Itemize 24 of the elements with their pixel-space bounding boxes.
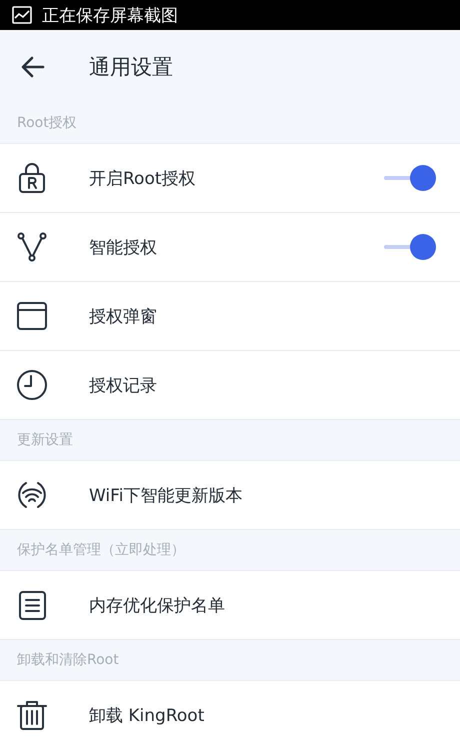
wifi-icon	[16, 479, 48, 511]
row-label: 内存优化保护名单	[89, 594, 226, 616]
row-label: 授权弹窗	[89, 306, 158, 328]
trash-icon	[16, 699, 48, 731]
row-label: 卸载 KingRoot	[89, 704, 206, 726]
toggle-switch[interactable]	[384, 165, 436, 191]
section-header: 保护名单管理（立即处理）	[0, 530, 460, 571]
list-icon	[16, 589, 48, 621]
toggle-switch[interactable]	[384, 234, 436, 260]
row-label: WiFi下智能更新版本	[89, 484, 244, 506]
image-icon	[12, 6, 32, 24]
page-title: 通用设置	[89, 54, 173, 80]
back-button[interactable]	[20, 54, 46, 80]
row-label: 智能授权	[89, 236, 158, 258]
status-text: 正在保存屏幕截图	[42, 4, 178, 26]
section-header: Root授权	[0, 103, 460, 144]
branch-icon	[16, 231, 48, 263]
row-label: 授权记录	[89, 374, 158, 396]
window-icon	[16, 300, 48, 332]
section-header: 卸载和清除Root	[0, 640, 460, 681]
clock-icon	[16, 369, 48, 401]
lock-icon	[16, 162, 48, 194]
row-label: 开启Root授权	[89, 168, 197, 190]
section-header: 更新设置	[0, 420, 460, 461]
